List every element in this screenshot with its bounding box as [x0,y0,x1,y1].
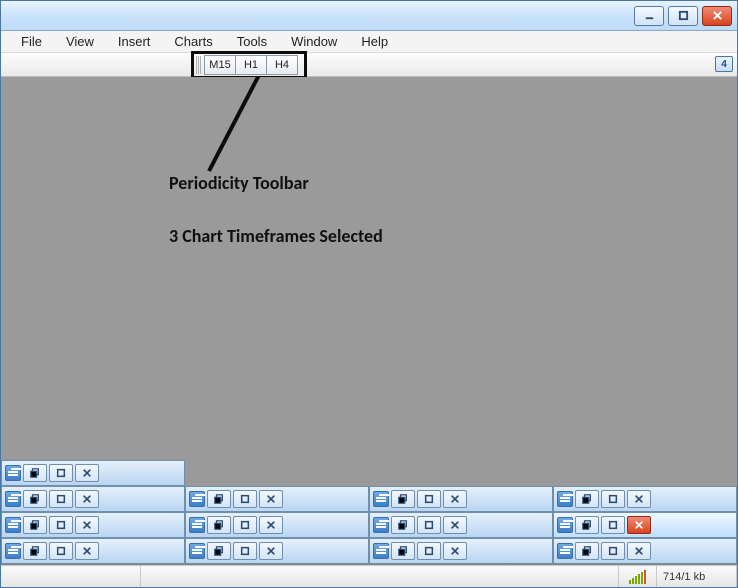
child-close-button[interactable] [443,490,467,508]
child-window[interactable] [553,538,737,564]
chart-icon [557,543,573,559]
child-restore-button[interactable] [207,542,231,560]
child-restore-button[interactable] [207,516,231,534]
chart-icon [189,543,205,559]
annotation-title: Periodicity Toolbar [169,172,309,194]
child-window[interactable] [369,512,553,538]
child-window[interactable] [185,512,369,538]
connection-signal-icon [619,566,657,587]
child-maximize-button[interactable] [417,542,441,560]
chart-icon [189,517,205,533]
child-window[interactable] [553,486,737,512]
child-window[interactable] [1,512,185,538]
status-cell [1,566,141,587]
child-close-button[interactable] [75,490,99,508]
child-restore-button[interactable] [23,464,47,482]
menu-file[interactable]: File [9,32,54,51]
child-window[interactable] [553,512,737,538]
child-window[interactable] [185,538,369,564]
child-close-button[interactable] [627,490,651,508]
periodicity-toolbar: M15 H1 H4 [196,54,298,76]
chart-icon [5,543,21,559]
child-maximize-button[interactable] [49,464,73,482]
workspace: Periodicity Toolbar 3 Chart Timeframes S… [1,77,737,565]
status-traffic: 714/1 kb [657,566,737,587]
child-window[interactable] [1,538,185,564]
child-row [1,460,737,486]
child-restore-button[interactable] [391,516,415,534]
menu-insert[interactable]: Insert [106,32,163,51]
chart-icon [373,517,389,533]
child-restore-button[interactable] [207,490,231,508]
child-restore-button[interactable] [391,542,415,560]
child-maximize-button[interactable] [417,490,441,508]
menu-charts[interactable]: Charts [162,32,224,51]
toolbar: M15 H1 H4 4 [1,53,737,77]
child-close-button[interactable] [443,516,467,534]
chart-icon [557,491,573,507]
minimize-button[interactable] [634,6,664,26]
app-window: File View Insert Charts Tools Window Hel… [0,0,738,588]
child-close-button[interactable] [75,516,99,534]
timeframe-h1-button[interactable]: H1 [235,55,267,75]
child-close-button[interactable] [259,542,283,560]
child-maximize-button[interactable] [601,542,625,560]
child-maximize-button[interactable] [601,490,625,508]
chart-icon [5,465,21,481]
child-close-button[interactable] [75,464,99,482]
chart-icon [373,543,389,559]
menu-window[interactable]: Window [279,32,349,51]
child-maximize-button[interactable] [49,542,73,560]
child-row [1,512,737,538]
menu-help[interactable]: Help [349,32,400,51]
child-restore-button[interactable] [23,516,47,534]
child-maximize-button[interactable] [233,542,257,560]
child-close-button[interactable] [259,516,283,534]
close-button[interactable] [702,6,732,26]
child-row [1,538,737,564]
chart-icon [5,491,21,507]
child-restore-button[interactable] [575,490,599,508]
chart-icon [373,491,389,507]
chart-icon [557,517,573,533]
timeframe-h4-button[interactable]: H4 [266,55,298,75]
annotation-line-icon [201,77,281,177]
chart-icon [189,491,205,507]
child-window[interactable] [1,486,185,512]
menu-view[interactable]: View [54,32,106,51]
chart-icon [5,517,21,533]
child-maximize-button[interactable] [601,516,625,534]
child-close-button[interactable] [443,542,467,560]
child-restore-button[interactable] [575,516,599,534]
child-restore-button[interactable] [23,490,47,508]
child-maximize-button[interactable] [49,490,73,508]
child-restore-button[interactable] [391,490,415,508]
child-maximize-button[interactable] [49,516,73,534]
child-window[interactable] [185,486,369,512]
child-maximize-button[interactable] [233,516,257,534]
child-close-button[interactable] [627,542,651,560]
child-close-button[interactable] [259,490,283,508]
maximize-button[interactable] [668,6,698,26]
status-bar: 714/1 kb [1,565,737,587]
child-maximize-button[interactable] [233,490,257,508]
annotation-subtitle: 3 Chart Timeframes Selected [169,225,383,247]
title-bar [1,1,737,31]
child-row [1,486,737,512]
child-restore-button[interactable] [23,542,47,560]
child-maximize-button[interactable] [417,516,441,534]
child-window[interactable] [369,538,553,564]
menu-bar: File View Insert Charts Tools Window Hel… [1,31,737,53]
timeframe-m15-button[interactable]: M15 [204,55,236,75]
child-window[interactable] [1,460,185,486]
child-restore-button[interactable] [575,542,599,560]
menu-tools[interactable]: Tools [225,32,279,51]
child-close-button[interactable] [627,516,651,534]
child-close-button[interactable] [75,542,99,560]
status-spacer [141,566,619,587]
chart-count-badge[interactable]: 4 [715,56,733,72]
toolbar-grip-icon[interactable] [196,56,202,74]
child-window-area [1,460,737,564]
child-window[interactable] [369,486,553,512]
